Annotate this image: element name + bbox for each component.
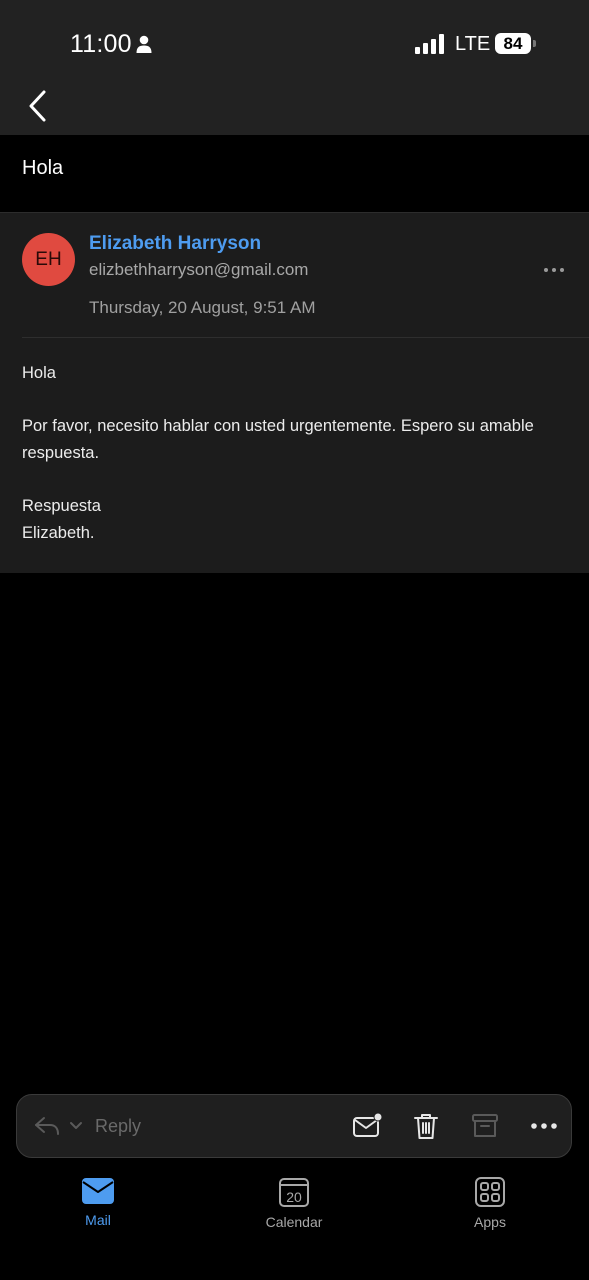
bottom-tab-bar: Mail 20 Calendar Apps [0,1168,589,1280]
tab-label: Apps [474,1214,506,1230]
sender-email: elizbethharryson@gmail.com [89,260,309,279]
back-icon[interactable] [26,89,50,123]
network-type: LTE [455,33,491,55]
body-signature: Elizabeth. [22,524,95,542]
battery-level: 84 [495,33,531,54]
divider [22,337,589,338]
reply-button[interactable]: Reply [95,1116,141,1137]
archive-icon[interactable] [470,1111,500,1141]
message-card: EH Elizabeth Harryson elizbethharryson@g… [0,212,589,573]
email-subject: Hola [22,157,64,179]
reply-toolbar: Reply [16,1094,572,1158]
sent-date: Thursday, 20 August, 9:51 AM [89,298,316,317]
chevron-down-icon[interactable] [69,1121,83,1131]
top-bar: 11:00 LTE 84 [0,0,589,135]
trash-icon[interactable] [411,1111,441,1141]
tab-label: Calendar [265,1214,323,1230]
sender-avatar[interactable]: EH [22,233,75,286]
message-body: Hola Por favor, necesito hablar con uste… [22,360,572,547]
cellular-signal-icon [415,34,444,54]
more-icon[interactable] [529,1111,559,1141]
tab-label: Mail [85,1212,111,1228]
body-closing: Respuesta [22,497,101,515]
subject-header: Hola [0,135,589,212]
message-more-icon[interactable] [543,265,565,275]
person-icon [136,35,152,53]
battery-icon [533,40,536,47]
body-greeting: Hola [22,364,56,382]
calendar-icon: 20 [279,1178,309,1207]
status-time: 11:00 [70,30,132,58]
mark-unread-icon[interactable] [352,1111,382,1141]
tab-apps[interactable]: Apps [430,1176,550,1242]
mail-icon [82,1178,114,1204]
sender-name[interactable]: Elizabeth Harryson [89,233,261,255]
body-paragraph: Por favor, necesito hablar con usted urg… [22,417,534,462]
calendar-day: 20 [286,1189,302,1205]
reply-icon[interactable] [33,1115,61,1137]
tab-calendar[interactable]: 20 Calendar [234,1176,354,1242]
apps-icon [475,1177,505,1207]
tab-mail[interactable]: Mail [38,1176,158,1242]
